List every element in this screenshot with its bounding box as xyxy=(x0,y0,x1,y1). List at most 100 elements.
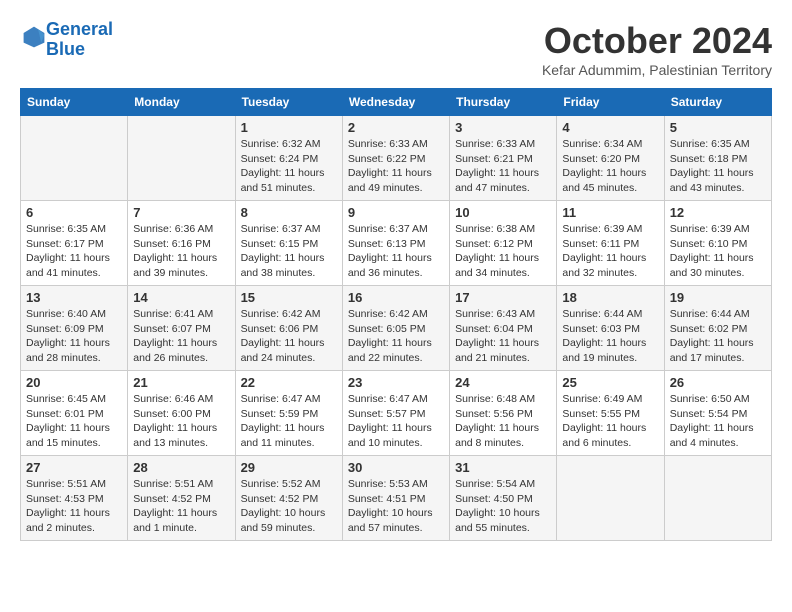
day-info: Sunrise: 6:33 AM Sunset: 6:21 PM Dayligh… xyxy=(455,137,551,196)
day-number: 10 xyxy=(455,205,551,220)
day-info: Sunrise: 6:41 AM Sunset: 6:07 PM Dayligh… xyxy=(133,307,229,366)
weekday-header: Monday xyxy=(128,89,235,116)
day-number: 24 xyxy=(455,375,551,390)
calendar-cell: 23 Sunrise: 6:47 AM Sunset: 5:57 PM Dayli… xyxy=(342,371,449,456)
calendar-header-row: SundayMondayTuesdayWednesdayThursdayFrid… xyxy=(21,89,772,116)
calendar-cell: 11 Sunrise: 6:39 AM Sunset: 6:11 PM Dayli… xyxy=(557,201,664,286)
month-title: October 2024 xyxy=(542,20,772,62)
day-number: 20 xyxy=(26,375,122,390)
calendar-cell: 1Sunrise: 6:32 AM Sunset: 6:24 PM Daylig… xyxy=(235,116,342,201)
calendar-week-row: 1Sunrise: 6:32 AM Sunset: 6:24 PM Daylig… xyxy=(21,116,772,201)
day-info: Sunrise: 5:52 AM Sunset: 4:52 PM Dayligh… xyxy=(241,477,337,536)
day-info: Sunrise: 6:36 AM Sunset: 6:16 PM Dayligh… xyxy=(133,222,229,281)
day-info: Sunrise: 6:37 AM Sunset: 6:13 PM Dayligh… xyxy=(348,222,444,281)
weekday-header: Thursday xyxy=(450,89,557,116)
calendar-cell: 2Sunrise: 6:33 AM Sunset: 6:22 PM Daylig… xyxy=(342,116,449,201)
logo-icon xyxy=(22,25,46,49)
calendar-cell: 28 Sunrise: 5:51 AM Sunset: 4:52 PM Dayli… xyxy=(128,456,235,541)
day-number: 16 xyxy=(348,290,444,305)
calendar-cell xyxy=(128,116,235,201)
day-number: 11 xyxy=(562,205,658,220)
day-number: 21 xyxy=(133,375,229,390)
day-info: Sunrise: 6:48 AM Sunset: 5:56 PM Dayligh… xyxy=(455,392,551,451)
day-number: 4 xyxy=(562,120,658,135)
calendar-cell: 25 Sunrise: 6:49 AM Sunset: 5:55 PM Dayli… xyxy=(557,371,664,456)
day-info: Sunrise: 6:47 AM Sunset: 5:57 PM Dayligh… xyxy=(348,392,444,451)
day-number: 25 xyxy=(562,375,658,390)
calendar-cell: 31 Sunrise: 5:54 AM Sunset: 4:50 PM Dayli… xyxy=(450,456,557,541)
day-info: Sunrise: 6:42 AM Sunset: 6:05 PM Dayligh… xyxy=(348,307,444,366)
day-info: Sunrise: 5:53 AM Sunset: 4:51 PM Dayligh… xyxy=(348,477,444,536)
day-info: Sunrise: 6:44 AM Sunset: 6:03 PM Dayligh… xyxy=(562,307,658,366)
day-info: Sunrise: 6:49 AM Sunset: 5:55 PM Dayligh… xyxy=(562,392,658,451)
calendar-cell: 6 Sunrise: 6:35 AM Sunset: 6:17 PM Daylig… xyxy=(21,201,128,286)
calendar-table: SundayMondayTuesdayWednesdayThursdayFrid… xyxy=(20,88,772,541)
day-number: 17 xyxy=(455,290,551,305)
day-number: 31 xyxy=(455,460,551,475)
day-info: Sunrise: 6:35 AM Sunset: 6:17 PM Dayligh… xyxy=(26,222,122,281)
day-number: 22 xyxy=(241,375,337,390)
title-block: October 2024 Kefar Adummim, Palestinian … xyxy=(542,20,772,78)
day-number: 18 xyxy=(562,290,658,305)
day-info: Sunrise: 6:50 AM Sunset: 5:54 PM Dayligh… xyxy=(670,392,766,451)
calendar-cell: 19Sunrise: 6:44 AM Sunset: 6:02 PM Dayli… xyxy=(664,286,771,371)
weekday-header: Sunday xyxy=(21,89,128,116)
calendar-cell: 29 Sunrise: 5:52 AM Sunset: 4:52 PM Dayli… xyxy=(235,456,342,541)
calendar-cell xyxy=(21,116,128,201)
calendar-cell: 5 Sunrise: 6:35 AM Sunset: 6:18 PM Daylig… xyxy=(664,116,771,201)
calendar-cell: 22 Sunrise: 6:47 AM Sunset: 5:59 PM Dayli… xyxy=(235,371,342,456)
day-number: 14 xyxy=(133,290,229,305)
day-number: 5 xyxy=(670,120,766,135)
calendar-cell: 27 Sunrise: 5:51 AM Sunset: 4:53 PM Dayli… xyxy=(21,456,128,541)
calendar-week-row: 13 Sunrise: 6:40 AM Sunset: 6:09 PM Dayli… xyxy=(21,286,772,371)
day-info: Sunrise: 5:51 AM Sunset: 4:53 PM Dayligh… xyxy=(26,477,122,536)
day-info: Sunrise: 6:40 AM Sunset: 6:09 PM Dayligh… xyxy=(26,307,122,366)
day-number: 23 xyxy=(348,375,444,390)
calendar-cell: 17Sunrise: 6:43 AM Sunset: 6:04 PM Dayli… xyxy=(450,286,557,371)
day-number: 29 xyxy=(241,460,337,475)
logo: General Blue xyxy=(20,20,113,60)
day-number: 13 xyxy=(26,290,122,305)
day-number: 26 xyxy=(670,375,766,390)
day-number: 2 xyxy=(348,120,444,135)
calendar-cell: 20Sunrise: 6:45 AM Sunset: 6:01 PM Dayli… xyxy=(21,371,128,456)
day-info: Sunrise: 6:47 AM Sunset: 5:59 PM Dayligh… xyxy=(241,392,337,451)
location-subtitle: Kefar Adummim, Palestinian Territory xyxy=(542,62,772,78)
page-header: General Blue October 2024 Kefar Adummim,… xyxy=(20,20,772,78)
calendar-cell xyxy=(557,456,664,541)
day-number: 12 xyxy=(670,205,766,220)
calendar-week-row: 20Sunrise: 6:45 AM Sunset: 6:01 PM Dayli… xyxy=(21,371,772,456)
calendar-cell: 13 Sunrise: 6:40 AM Sunset: 6:09 PM Dayli… xyxy=(21,286,128,371)
day-info: Sunrise: 6:37 AM Sunset: 6:15 PM Dayligh… xyxy=(241,222,337,281)
calendar-cell: 14 Sunrise: 6:41 AM Sunset: 6:07 PM Dayli… xyxy=(128,286,235,371)
day-number: 3 xyxy=(455,120,551,135)
day-number: 8 xyxy=(241,205,337,220)
day-info: Sunrise: 5:54 AM Sunset: 4:50 PM Dayligh… xyxy=(455,477,551,536)
calendar-cell: 7Sunrise: 6:36 AM Sunset: 6:16 PM Daylig… xyxy=(128,201,235,286)
weekday-header: Saturday xyxy=(664,89,771,116)
calendar-cell: 30Sunrise: 5:53 AM Sunset: 4:51 PM Dayli… xyxy=(342,456,449,541)
calendar-week-row: 27 Sunrise: 5:51 AM Sunset: 4:53 PM Dayli… xyxy=(21,456,772,541)
day-info: Sunrise: 6:39 AM Sunset: 6:11 PM Dayligh… xyxy=(562,222,658,281)
calendar-week-row: 6 Sunrise: 6:35 AM Sunset: 6:17 PM Daylig… xyxy=(21,201,772,286)
logo-text: General Blue xyxy=(46,20,113,60)
day-number: 27 xyxy=(26,460,122,475)
day-info: Sunrise: 6:38 AM Sunset: 6:12 PM Dayligh… xyxy=(455,222,551,281)
day-number: 6 xyxy=(26,205,122,220)
calendar-cell: 26 Sunrise: 6:50 AM Sunset: 5:54 PM Dayli… xyxy=(664,371,771,456)
calendar-cell: 12Sunrise: 6:39 AM Sunset: 6:10 PM Dayli… xyxy=(664,201,771,286)
day-number: 28 xyxy=(133,460,229,475)
calendar-cell: 15Sunrise: 6:42 AM Sunset: 6:06 PM Dayli… xyxy=(235,286,342,371)
calendar-cell xyxy=(664,456,771,541)
weekday-header: Tuesday xyxy=(235,89,342,116)
day-info: Sunrise: 5:51 AM Sunset: 4:52 PM Dayligh… xyxy=(133,477,229,536)
calendar-cell: 9 Sunrise: 6:37 AM Sunset: 6:13 PM Daylig… xyxy=(342,201,449,286)
weekday-header: Friday xyxy=(557,89,664,116)
day-number: 19 xyxy=(670,290,766,305)
calendar-cell: 10 Sunrise: 6:38 AM Sunset: 6:12 PM Dayli… xyxy=(450,201,557,286)
day-number: 9 xyxy=(348,205,444,220)
calendar-cell: 18 Sunrise: 6:44 AM Sunset: 6:03 PM Dayli… xyxy=(557,286,664,371)
calendar-cell: 24 Sunrise: 6:48 AM Sunset: 5:56 PM Dayli… xyxy=(450,371,557,456)
calendar-cell: 3 Sunrise: 6:33 AM Sunset: 6:21 PM Daylig… xyxy=(450,116,557,201)
day-info: Sunrise: 6:35 AM Sunset: 6:18 PM Dayligh… xyxy=(670,137,766,196)
